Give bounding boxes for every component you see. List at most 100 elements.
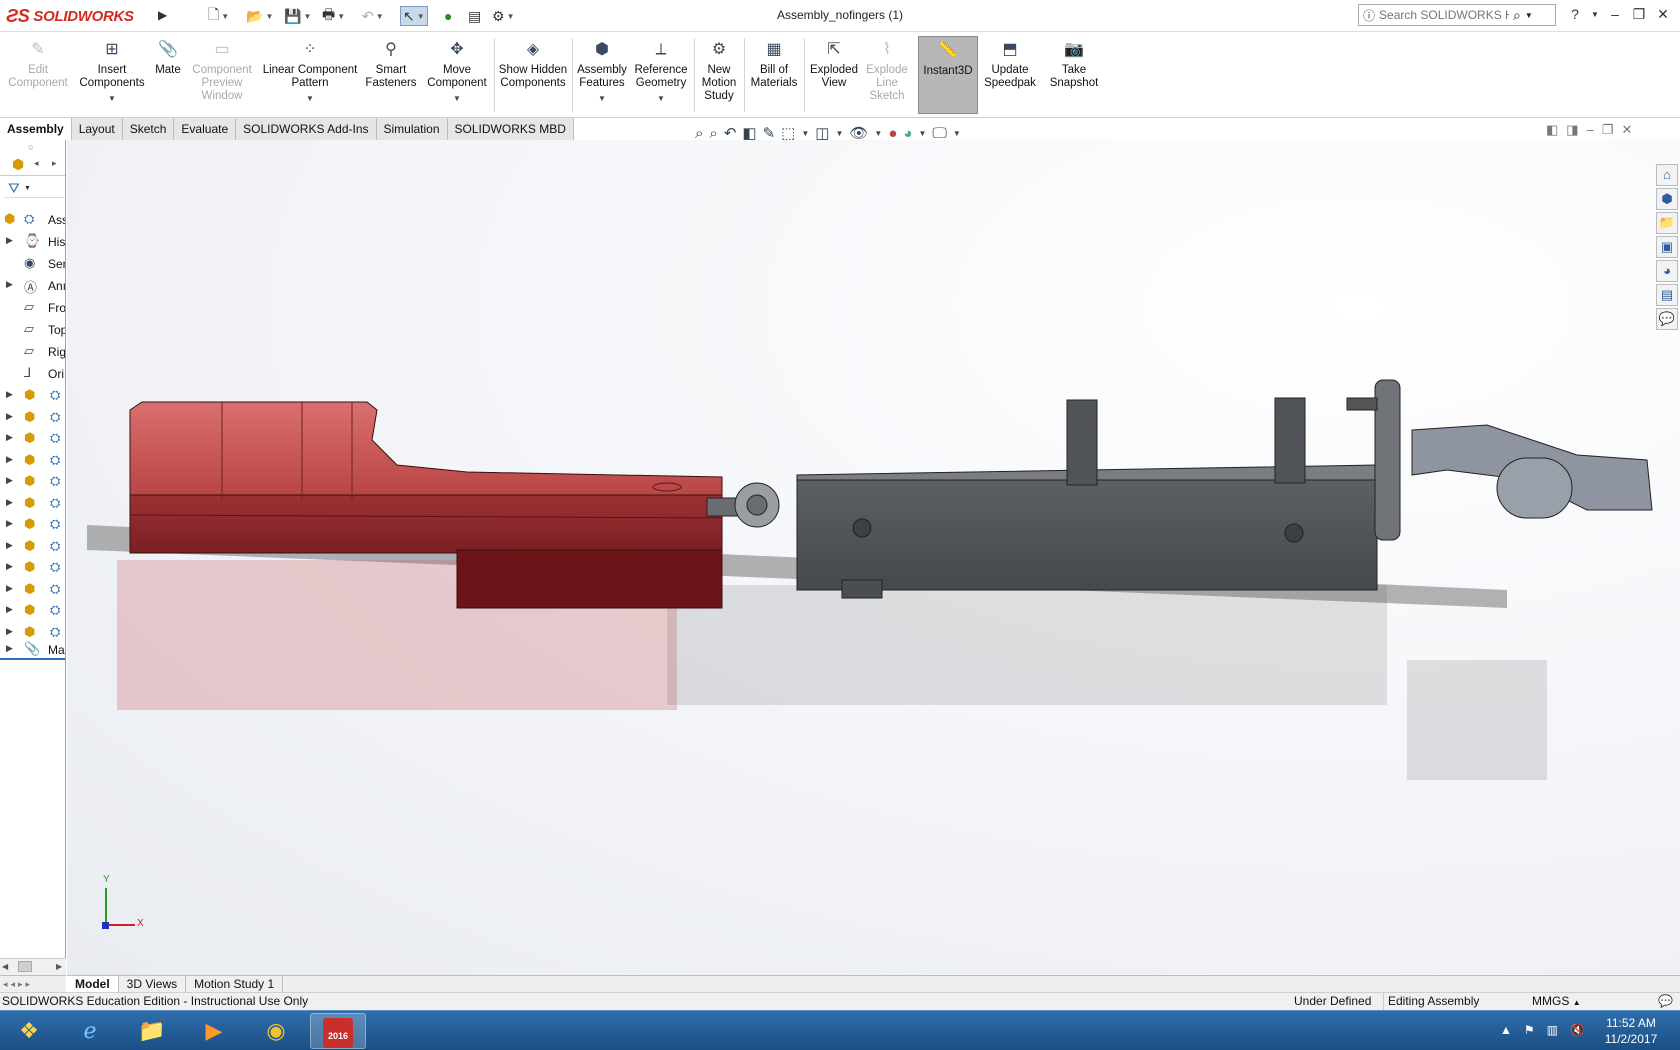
viewport-minimize-icon[interactable]: – bbox=[1587, 122, 1594, 138]
file-explorer-icon[interactable]: 📁 bbox=[1656, 212, 1678, 234]
previous-view-icon[interactable]: ↶ bbox=[724, 124, 737, 142]
tree-item-mates[interactable]: ▶ 📎 Ma bbox=[0, 640, 65, 660]
display-style-icon[interactable]: ◫ bbox=[815, 124, 829, 142]
tab-scroll-left-icon[interactable]: ◂ bbox=[34, 158, 39, 169]
tree-item-component[interactable]: ▶ ⬢ ⛭ bbox=[0, 472, 65, 492]
file-explorer-button[interactable]: 📁 bbox=[124, 1013, 180, 1049]
edit-component-button[interactable]: ✎ Edit Component bbox=[4, 40, 72, 90]
help-search-box[interactable]: ⓘ ⌕ ▼ bbox=[1358, 4, 1556, 26]
chevron-down-icon[interactable]: ▼ bbox=[1525, 11, 1533, 20]
insert-components-button[interactable]: ⊞ Insert Components ▼ bbox=[76, 40, 148, 105]
chevron-down-icon[interactable]: ▼ bbox=[918, 129, 926, 138]
view-orientation-icon[interactable]: ⬚ bbox=[781, 124, 795, 142]
tree-item-history[interactable]: ▶ ⌚ His bbox=[0, 232, 65, 252]
select-button[interactable]: ↖ ▼ bbox=[400, 6, 428, 26]
assembly-features-button[interactable]: ⬢ Assembly Features ▼ bbox=[576, 40, 628, 105]
view-settings-icon[interactable]: 🖵 bbox=[932, 125, 946, 142]
tab-assembly[interactable]: Assembly bbox=[0, 118, 72, 140]
chevron-down-icon[interactable]: ▼ bbox=[76, 92, 148, 105]
expand-arrow-icon[interactable]: ▶ bbox=[6, 518, 13, 529]
new-motion-study-button[interactable]: ⚙ New Motion Study bbox=[698, 40, 740, 103]
chevron-down-icon[interactable]: ▼ bbox=[376, 12, 384, 21]
hide-show-items-icon[interactable]: 👁 bbox=[849, 124, 868, 142]
scroll-right-icon[interactable]: ▶ bbox=[56, 962, 62, 971]
options-button[interactable]: ⚙ ▼ bbox=[492, 6, 514, 26]
view-palette-icon[interactable]: ▣ bbox=[1656, 236, 1678, 258]
component-preview-window-button[interactable]: ▭ Component Preview Window bbox=[188, 40, 256, 103]
gray-actuator-part[interactable] bbox=[796, 379, 1653, 599]
chevron-down-icon[interactable]: ▼ bbox=[632, 92, 690, 105]
show-hidden-components-button[interactable]: ◈ Show Hidden Components bbox=[498, 40, 568, 90]
tree-item-assembly[interactable]: ⬢ ⛭ Ass bbox=[0, 210, 65, 230]
reference-geometry-button[interactable]: ⟂ Reference Geometry ▼ bbox=[632, 40, 690, 105]
tree-item-component[interactable]: ▶ ⬢ ⛭ bbox=[0, 451, 65, 471]
viewport-tile-right-icon[interactable]: ◨ bbox=[1566, 122, 1578, 138]
expand-arrow-icon[interactable]: ▶ bbox=[6, 540, 13, 551]
smart-fasteners-button[interactable]: ⚲ Smart Fasteners bbox=[362, 40, 420, 90]
dynamic-annotation-icon[interactable]: ✎ bbox=[763, 124, 776, 142]
tab-evaluate[interactable]: Evaluate bbox=[174, 118, 237, 140]
appearances-icon[interactable]: ◕ bbox=[1656, 260, 1678, 282]
tree-item-right-plane[interactable]: ▱ Rig bbox=[0, 342, 65, 362]
help-dropdown[interactable]: ▼ bbox=[1584, 10, 1606, 30]
system-clock[interactable]: 11:52 AM 11/2/2017 bbox=[1598, 1015, 1664, 1047]
viewport-tile-left-icon[interactable]: ◧ bbox=[1546, 122, 1558, 138]
unit-system-selector[interactable]: MMGS ▲ bbox=[1532, 993, 1581, 1011]
graphics-area[interactable]: Y X bbox=[67, 140, 1680, 975]
tree-item-top-plane[interactable]: ▱ Top bbox=[0, 320, 65, 340]
search-icon[interactable]: ⌕ bbox=[1513, 7, 1521, 24]
print-button[interactable]: 🖶 ▼ bbox=[322, 6, 345, 26]
panel-collapse-handle[interactable]: ○ bbox=[28, 142, 33, 152]
chevron-down-icon[interactable]: ▼ bbox=[835, 129, 843, 138]
forum-icon[interactable]: 💬 bbox=[1656, 308, 1678, 330]
help-button[interactable]: ? bbox=[1564, 6, 1586, 26]
minimize-button[interactable]: – bbox=[1604, 6, 1626, 26]
tree-item-component[interactable]: ▶ ⬢ ⛭ bbox=[0, 537, 65, 557]
design-library-icon[interactable]: ⬢ bbox=[1656, 188, 1678, 210]
chevron-down-icon[interactable]: ▼ bbox=[576, 92, 628, 105]
volume-muted-icon[interactable]: 🔇 bbox=[1570, 1023, 1585, 1037]
tree-item-component[interactable]: ▶ ⬢ ⛭ bbox=[0, 494, 65, 514]
tree-filter[interactable]: ⛛ ▼ bbox=[4, 178, 64, 198]
tab-addins[interactable]: SOLIDWORKS Add-Ins bbox=[236, 118, 377, 140]
file-properties-button[interactable]: ▤ bbox=[468, 6, 481, 26]
expand-arrow-icon[interactable]: ▶ bbox=[6, 583, 13, 594]
search-input[interactable] bbox=[1379, 8, 1510, 22]
viewport-restore-icon[interactable]: ❐ bbox=[1602, 122, 1614, 138]
tree-item-annotations[interactable]: ▶ Ⓐ Anı bbox=[0, 276, 65, 296]
chevron-down-icon[interactable]: ▼ bbox=[874, 129, 882, 138]
tab-model[interactable]: Model bbox=[67, 976, 119, 992]
expand-arrow-icon[interactable]: ▶ bbox=[6, 643, 13, 654]
bill-of-materials-button[interactable]: ▦ Bill of Materials bbox=[748, 40, 800, 90]
expand-arrow-icon[interactable]: ▶ bbox=[6, 475, 13, 486]
scroll-thumb[interactable] bbox=[18, 961, 32, 972]
tree-item-component[interactable]: ▶ ⬢ ⛭ bbox=[0, 558, 65, 578]
tree-item-component[interactable]: ▶ ⬢ ⛭ bbox=[0, 580, 65, 600]
solidworks-taskbar-button[interactable]: 2016 bbox=[310, 1013, 366, 1049]
tree-horizontal-scrollbar[interactable]: ◀ ▶ bbox=[0, 958, 66, 975]
tab-scroll-right-icon[interactable]: ▸ bbox=[52, 158, 57, 169]
chevron-down-icon[interactable]: ▼ bbox=[337, 12, 345, 21]
chrome-button[interactable]: ◉ bbox=[248, 1013, 304, 1049]
tab-layout[interactable]: Layout bbox=[71, 118, 123, 140]
chevron-down-icon[interactable]: ▼ bbox=[422, 92, 492, 105]
tab-navigation-arrows[interactable]: ◂◂▸▸ bbox=[0, 975, 66, 992]
zoom-to-fit-icon[interactable]: ⌕ bbox=[695, 125, 703, 142]
viewport-close-icon[interactable]: ✕ bbox=[1621, 122, 1632, 138]
tree-item-component[interactable]: ▶ ⬢ ⛭ bbox=[0, 601, 65, 621]
rebuild-button[interactable]: ● bbox=[444, 6, 452, 26]
expand-arrow-icon[interactable]: ▶ bbox=[6, 432, 13, 443]
expand-arrow-icon[interactable]: ▶ bbox=[6, 411, 13, 422]
expand-arrow-icon[interactable]: ▶ bbox=[6, 561, 13, 572]
tree-item-front-plane[interactable]: ▱ Fro bbox=[0, 298, 65, 318]
tooltip-icon[interactable]: 💬 bbox=[1658, 993, 1673, 1010]
tree-item-origin[interactable]: ⅃ Ori bbox=[0, 364, 65, 384]
save-button[interactable]: 💾 ▼ bbox=[284, 6, 311, 26]
chevron-down-icon[interactable]: ▼ bbox=[265, 12, 273, 21]
start-button[interactable]: ❖ bbox=[2, 1013, 56, 1049]
tree-item-component[interactable]: ▶ ⬢ ⛭ bbox=[0, 515, 65, 535]
tab-simulation[interactable]: Simulation bbox=[376, 118, 448, 140]
network-icon[interactable]: ▥ bbox=[1547, 1023, 1558, 1037]
chevron-down-icon[interactable]: ▼ bbox=[801, 129, 809, 138]
tree-item-component[interactable]: ▶ ⬢ ⛭ bbox=[0, 429, 65, 449]
